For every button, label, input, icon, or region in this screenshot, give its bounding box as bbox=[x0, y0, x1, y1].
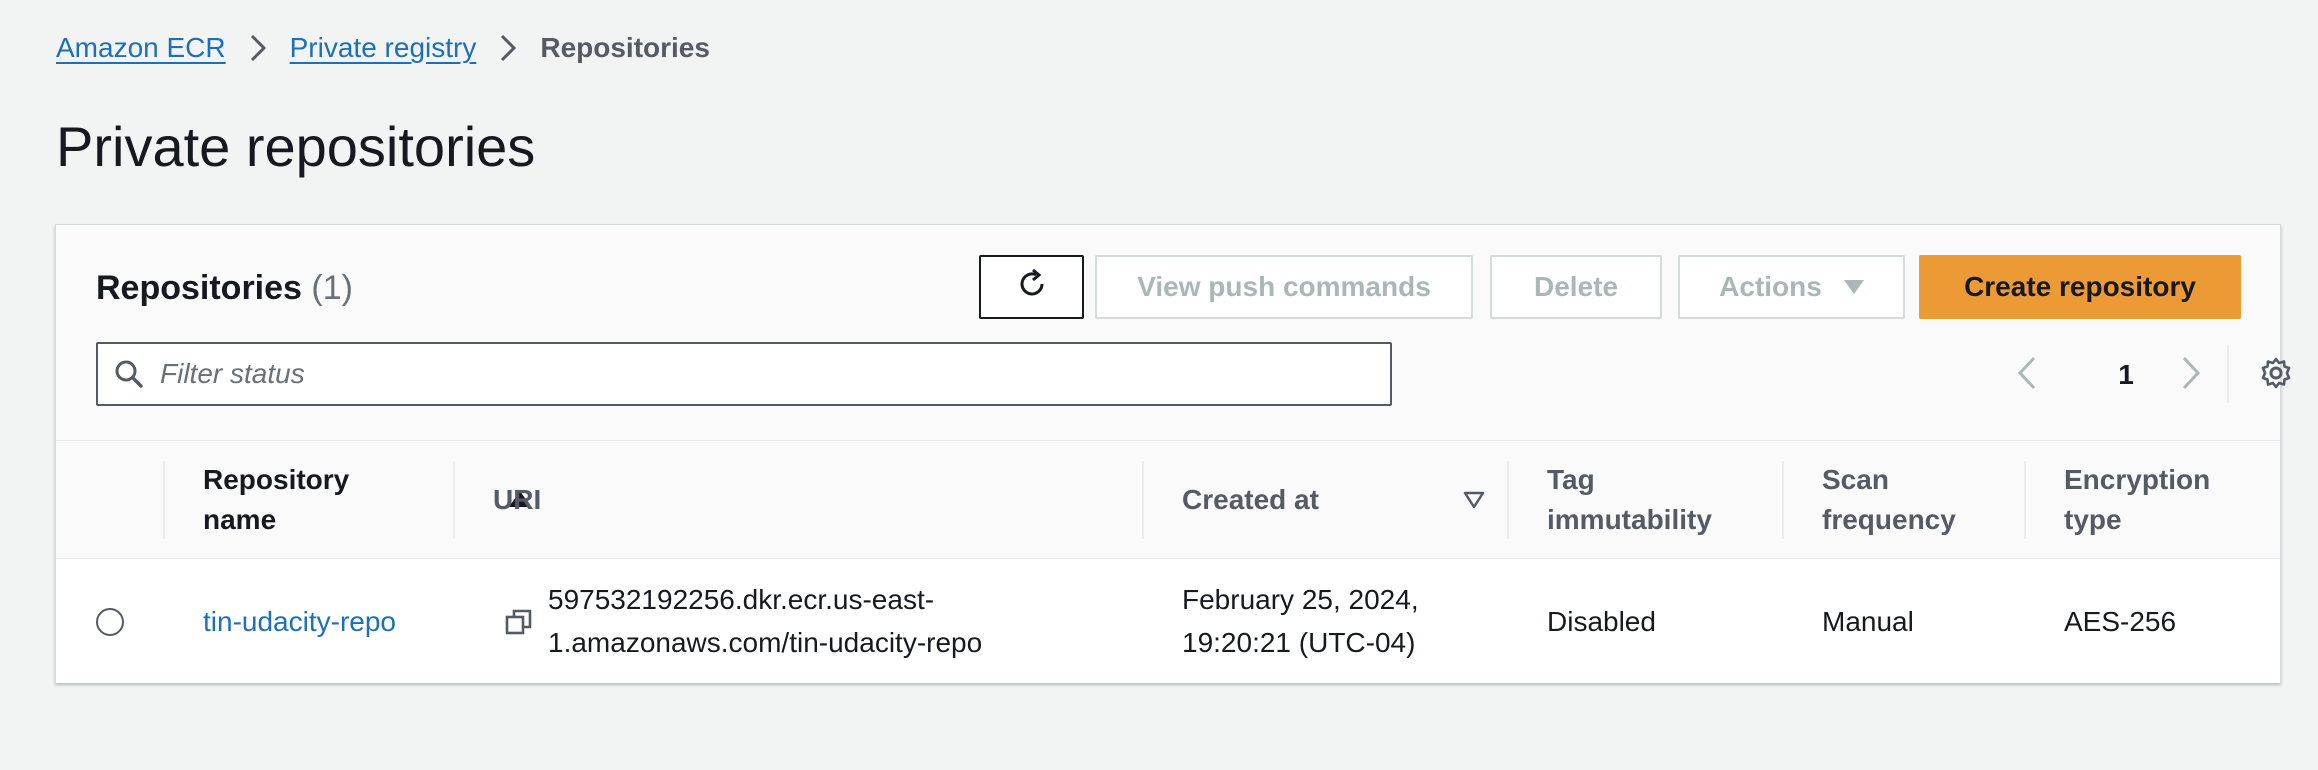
page-title: Private repositories bbox=[56, 115, 536, 178]
scan-frequency-cell: Manual bbox=[1822, 605, 1914, 637]
created-at-cell: February 25, 2024, 19:20:21 (UTC-04) bbox=[1182, 559, 1502, 683]
table-settings-button[interactable] bbox=[2246, 345, 2306, 405]
column-label: Tag immutability bbox=[1547, 464, 1712, 535]
column-header-created-at[interactable]: Created at bbox=[1142, 441, 1512, 559]
panel-title-text: Repositories bbox=[96, 269, 302, 307]
repository-name-link[interactable]: tin-udacity-repo bbox=[203, 600, 396, 643]
column-label: Encryption type bbox=[2064, 464, 2211, 535]
repository-name-cell: tin-udacity-repo bbox=[203, 559, 396, 683]
created-at-line-2: 19:20:21 (UTC-04) bbox=[1182, 627, 1416, 658]
copy-icon[interactable] bbox=[504, 607, 534, 637]
created-at-line-1: February 25, 2024, bbox=[1182, 584, 1419, 615]
settings-gear-icon bbox=[2259, 356, 2293, 395]
row-select-radio[interactable] bbox=[96, 608, 124, 636]
sort-descending-icon bbox=[1463, 491, 1485, 509]
tag-immutability-cell: Disabled bbox=[1547, 605, 1656, 637]
page-number-button[interactable]: 1 bbox=[2106, 345, 2146, 405]
chevron-right-icon bbox=[2181, 356, 2201, 395]
encryption-type-cell: AES-256 bbox=[2064, 605, 2177, 637]
column-label: Scan frequency bbox=[1822, 464, 1956, 535]
chevron-right-icon bbox=[226, 28, 290, 68]
uri-text: 597532192256.dkr.ecr.us-east- 1.amazonaw… bbox=[548, 578, 982, 664]
panel-header: Repositories (1) View push commands Dele… bbox=[56, 225, 2291, 441]
view-push-commands-button[interactable]: View push commands bbox=[1095, 255, 1473, 319]
column-header-tag-immutability[interactable]: Tag immutability bbox=[1507, 441, 1777, 559]
created-at-text: February 25, 2024, 19:20:21 (UTC-04) bbox=[1182, 578, 1419, 664]
breadcrumb-current: Repositories bbox=[540, 32, 710, 63]
chevron-left-icon bbox=[2017, 356, 2037, 395]
chevron-right-icon bbox=[476, 28, 540, 68]
delete-button[interactable]: Delete bbox=[1490, 255, 1662, 319]
column-label: URI bbox=[493, 484, 542, 515]
uri-cell: 597532192256.dkr.ecr.us-east- 1.amazonaw… bbox=[504, 559, 1124, 683]
refresh-icon bbox=[1015, 267, 1049, 308]
breadcrumb-link-private-registry[interactable]: Private registry bbox=[290, 28, 477, 68]
previous-page-button[interactable] bbox=[2002, 345, 2052, 405]
breadcrumb: Amazon ECR Private registry Repositories bbox=[56, 28, 710, 68]
actions-dropdown[interactable]: Actions bbox=[1678, 255, 1905, 319]
uri-line-1: 597532192256.dkr.ecr.us-east- bbox=[548, 584, 935, 615]
repositories-panel: Repositories (1) View push commands Dele… bbox=[55, 224, 2291, 683]
actions-label: Actions bbox=[1719, 271, 1822, 302]
column-header-uri[interactable]: URI bbox=[453, 441, 1153, 559]
column-label: Created at bbox=[1182, 484, 1319, 515]
refresh-button[interactable] bbox=[979, 255, 1084, 319]
column-header-scan-frequency[interactable]: Scan frequency bbox=[1782, 441, 2022, 559]
create-repository-button[interactable]: Create repository bbox=[1919, 255, 2241, 319]
uri-line-2: 1.amazonaws.com/tin-udacity-repo bbox=[548, 627, 983, 658]
filter-input[interactable] bbox=[160, 346, 1360, 402]
column-label: Repository name bbox=[203, 464, 350, 535]
breadcrumb-link-amazon-ecr[interactable]: Amazon ECR bbox=[56, 28, 226, 68]
filter-field[interactable] bbox=[96, 342, 1392, 406]
panel-title: Repositories (1) bbox=[96, 265, 353, 311]
next-page-button[interactable] bbox=[2166, 345, 2216, 405]
caret-down-icon bbox=[1843, 280, 1864, 294]
table-header: Repository name URI Created at Tag immut… bbox=[56, 441, 2280, 559]
pager-divider bbox=[2227, 345, 2229, 403]
search-icon bbox=[98, 344, 160, 404]
column-header-repository-name[interactable]: Repository name bbox=[163, 441, 531, 559]
repository-count: (1) bbox=[311, 269, 353, 307]
table-row[interactable]: tin-udacity-repo 597532192256.dkr.ecr.us… bbox=[56, 559, 2280, 683]
column-header-encryption-type[interactable]: Encryption type bbox=[2024, 441, 2282, 559]
